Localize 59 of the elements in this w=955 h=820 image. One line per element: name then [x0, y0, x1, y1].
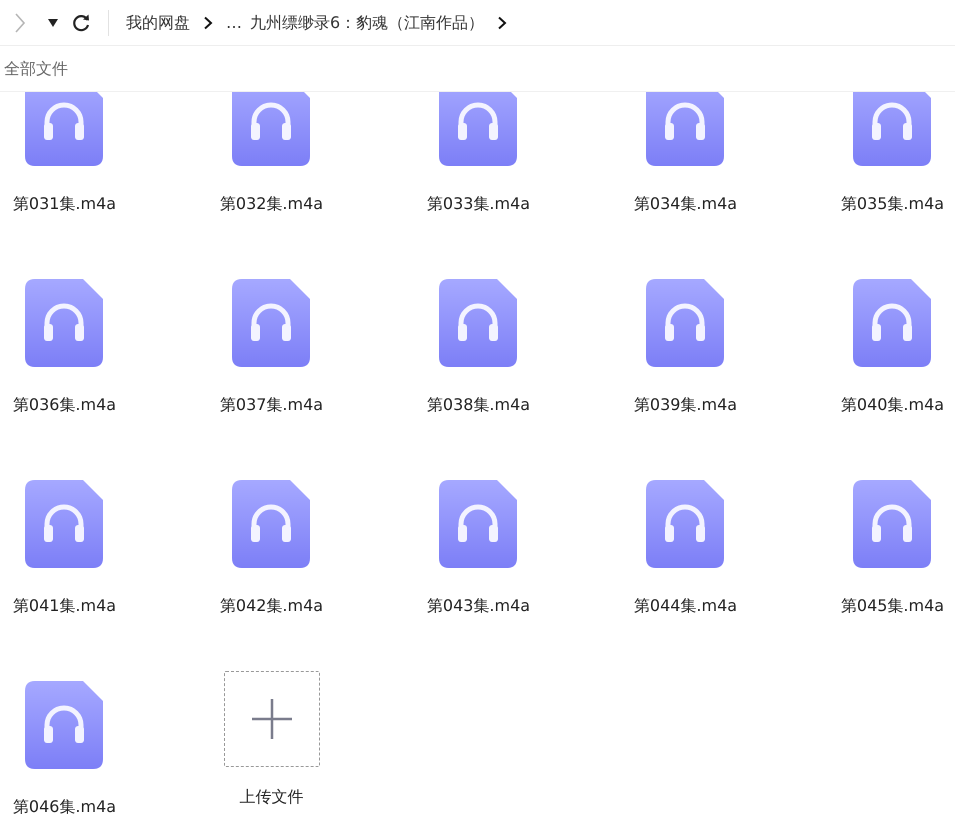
plus-icon — [252, 699, 292, 739]
audio-file[interactable]: 第041集.m4a — [12, 480, 116, 616]
audio-file[interactable]: 第033集.m4a — [426, 92, 530, 214]
headphones-file-icon — [853, 279, 932, 367]
headphones-file-icon — [25, 92, 104, 166]
audio-file[interactable]: 第032集.m4a — [220, 92, 324, 214]
chevron-icon — [497, 16, 508, 30]
audio-file[interactable]: 第037集.m4a — [220, 279, 324, 415]
file-name: 第044集.m4a — [634, 596, 738, 616]
breadcrumb-item[interactable]: … — [226, 10, 242, 34]
headphones-file-icon — [853, 92, 932, 166]
file-name: 第032集.m4a — [220, 194, 324, 214]
upload-button[interactable] — [224, 671, 320, 767]
file-name: 第040集.m4a — [840, 395, 944, 415]
file-name: 第046集.m4a — [12, 797, 116, 817]
file-name: 第038集.m4a — [426, 395, 530, 415]
headphones-file-icon — [646, 279, 724, 367]
breadcrumb-item[interactable]: 我的网盘 — [126, 10, 190, 34]
upload-label: 上传文件 — [240, 787, 304, 807]
headphones-file-icon — [232, 480, 310, 568]
headphones-file-icon — [25, 480, 104, 568]
audio-file[interactable]: 第045集.m4a — [840, 480, 944, 616]
file-name: 第031集.m4a — [12, 194, 116, 214]
audio-file[interactable]: 第031集.m4a — [12, 92, 116, 214]
headphones-file-icon — [646, 92, 724, 166]
file-name: 第043集.m4a — [426, 596, 530, 616]
file-name: 第045集.m4a — [840, 596, 944, 616]
headphones-file-icon — [232, 92, 310, 166]
section-title: 全部文件 — [4, 58, 68, 80]
audio-file[interactable]: 第042集.m4a — [220, 480, 324, 616]
audio-file[interactable]: 第044集.m4a — [634, 480, 738, 616]
file-name: 第035集.m4a — [840, 194, 944, 214]
file-name: 第033集.m4a — [426, 194, 530, 214]
headphones-file-icon — [439, 480, 518, 568]
file-name: 第034集.m4a — [634, 194, 738, 214]
audio-file[interactable]: 第036集.m4a — [12, 279, 116, 415]
dropdown-icon[interactable] — [48, 18, 58, 26]
audio-file[interactable]: 第039集.m4a — [634, 279, 738, 415]
audio-file[interactable]: 第040集.m4a — [840, 279, 944, 415]
file-name: 第041集.m4a — [12, 596, 116, 616]
audio-file[interactable]: 第043集.m4a — [426, 480, 530, 616]
headphones-file-icon — [439, 92, 518, 166]
headphones-file-icon — [25, 279, 104, 367]
refresh-icon[interactable] — [71, 12, 91, 32]
audio-file[interactable]: 第038集.m4a — [426, 279, 530, 415]
file-name: 第036集.m4a — [12, 395, 116, 415]
headphones-file-icon — [853, 480, 932, 568]
headphones-file-icon — [232, 279, 310, 367]
file-name: 第037集.m4a — [220, 395, 324, 415]
breadcrumb-item[interactable]: 九州缥缈录6：豹魂（江南作品） — [250, 10, 484, 34]
audio-file[interactable]: 第046集.m4a — [12, 681, 116, 817]
file-name: 第042集.m4a — [220, 596, 324, 616]
chevron-icon — [203, 16, 213, 30]
headphones-file-icon — [25, 681, 104, 769]
file-name: 第039集.m4a — [634, 395, 738, 415]
headphones-file-icon — [439, 279, 518, 367]
headphones-file-icon — [646, 480, 724, 568]
audio-file[interactable]: 第034集.m4a — [634, 92, 738, 214]
audio-file[interactable]: 第035集.m4a — [840, 92, 944, 214]
